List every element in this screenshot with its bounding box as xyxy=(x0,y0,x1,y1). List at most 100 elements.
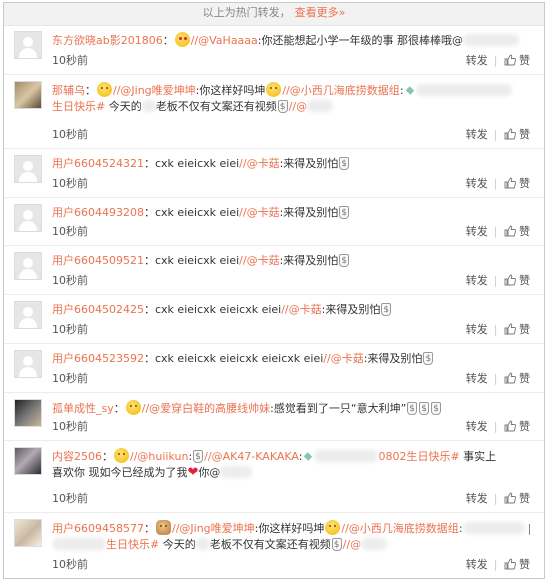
mention-link[interactable]: 生日快乐# xyxy=(106,538,159,551)
timestamp: 10秒前 xyxy=(52,225,88,238)
repost-button[interactable]: 转发 xyxy=(466,490,488,506)
like-button[interactable]: 赞 xyxy=(504,490,530,506)
comment-text: | # xyxy=(525,522,530,535)
mention-link[interactable]: //@卡菇 xyxy=(239,157,279,170)
mention-link[interactable]: //@小西几海底捞数据组 xyxy=(282,84,399,97)
redacted-text xyxy=(415,84,512,96)
comment-body: 东方欲晓ab影201806： //@VaHaaaa:你还能想起小学一年级的事 那很… xyxy=(52,32,530,49)
mention-link[interactable]: //@小西几海底捞数据组 xyxy=(341,522,458,535)
comment-actions: 转发 | 赞 xyxy=(466,52,530,68)
timestamp: 10秒前 xyxy=(52,128,88,141)
like-button[interactable]: 赞 xyxy=(504,223,530,239)
avatar[interactable] xyxy=(14,350,42,378)
diamond-icon xyxy=(304,452,313,461)
mention-link[interactable]: 生日快乐# xyxy=(52,100,105,113)
repost-button[interactable]: 转发 xyxy=(466,321,488,337)
repost-button[interactable]: 转发 xyxy=(466,223,488,239)
username-link[interactable]: 用户6604502425 xyxy=(52,303,144,316)
repost-button[interactable]: 转发 xyxy=(466,126,488,142)
see-more-link[interactable]: 查看更多» xyxy=(295,6,346,19)
like-button[interactable]: 赞 xyxy=(504,370,530,386)
mention-link[interactable]: //@卡菇 xyxy=(323,352,363,365)
mention-link[interactable]: 0802生日快乐# xyxy=(378,450,459,463)
username-link[interactable]: 孤单成性_sy xyxy=(52,402,114,415)
mention-link[interactable]: //@卡菇 xyxy=(239,254,279,267)
comment-actions: 转发 | 赞 xyxy=(466,370,530,386)
mention-link[interactable]: //@Jing唯爱坤坤 xyxy=(172,522,255,535)
comment-text: : xyxy=(298,450,303,463)
money-bag-icon xyxy=(419,401,430,417)
mention-link[interactable]: //@AK47-KAKAKA xyxy=(204,450,299,463)
avatar[interactable] xyxy=(14,204,42,232)
timestamp: 10秒前 xyxy=(52,492,88,505)
repost-button[interactable]: 转发 xyxy=(466,175,488,191)
username-link[interactable]: 用户6604524321 xyxy=(52,157,144,170)
like-button[interactable]: 赞 xyxy=(504,272,530,288)
like-label: 赞 xyxy=(515,54,530,67)
avatar[interactable] xyxy=(14,81,42,109)
username-link[interactable]: 内容2506 xyxy=(52,450,102,463)
money-bag-icon xyxy=(431,401,442,417)
comment-actions: 转发 | 赞 xyxy=(466,223,530,239)
avatar[interactable] xyxy=(14,301,42,329)
repost-panel: 以上为热门转发， 查看更多» 东方欲晓ab影201806：//@VaHaaaa:你… xyxy=(3,2,545,579)
avatar[interactable] xyxy=(14,519,42,547)
money-bag-icon xyxy=(407,401,418,417)
like-button[interactable]: 赞 xyxy=(504,52,530,68)
username-link[interactable]: 东方欲晓ab影201806 xyxy=(52,34,163,47)
redacted-text xyxy=(195,538,210,550)
like-button[interactable]: 赞 xyxy=(504,556,530,572)
thumbs-up-icon xyxy=(504,420,516,432)
avatar[interactable] xyxy=(14,252,42,280)
comment-text: ： xyxy=(102,450,113,463)
mention-link[interactable]: //@ xyxy=(343,538,361,551)
like-button[interactable]: 赞 xyxy=(504,418,530,434)
username-link[interactable]: 用户6604523592 xyxy=(52,352,144,365)
comment-body: 用户6604523592：cxk eieicxk eieicxk eieicxk… xyxy=(52,351,530,367)
repost-button[interactable]: 转发 xyxy=(466,418,488,434)
username-link[interactable]: 用户6604493208 xyxy=(52,206,144,219)
avatar[interactable] xyxy=(14,447,42,475)
mention-link[interactable]: //@爱穿白鞋的高腰线帅妹 xyxy=(142,402,270,415)
repost-button[interactable]: 转发 xyxy=(466,370,488,386)
comment-body: 那辅乌： //@Jing唯爱坤坤:你这样好吗坤 //@小西几海底捞数据组: 生日快乐#… xyxy=(52,82,530,115)
money-bag-icon xyxy=(339,205,350,221)
comment-text: 今天的 xyxy=(105,100,142,113)
avatar[interactable] xyxy=(14,31,42,59)
username-link[interactable]: 用户6609458577 xyxy=(52,522,144,535)
like-button[interactable]: 赞 xyxy=(504,321,530,337)
divider: | xyxy=(493,273,498,287)
comment-item: 用户6604509521：cxk eieicxk eiei//@卡菇:来得及别怕… xyxy=(4,246,544,295)
like-label: 赞 xyxy=(515,492,530,505)
mention-link[interactable]: //@huiikun xyxy=(130,450,188,463)
like-button[interactable]: 赞 xyxy=(504,126,530,142)
mention-link[interactable]: //@Jing唯爱坤坤 xyxy=(113,84,196,97)
comment-body: 孤单成性_sy： //@爱穿白鞋的高腰线帅妹:感觉看到了一只“意大利坤” xyxy=(52,400,530,417)
mention-link[interactable]: //@VaHaaaa xyxy=(191,34,258,47)
comment-actions: 转发 | 赞 xyxy=(466,490,530,506)
like-button[interactable]: 赞 xyxy=(504,175,530,191)
comment-actions: 转发 | 赞 xyxy=(466,272,530,288)
mention-link[interactable]: //@卡菇 xyxy=(281,303,321,316)
repost-button[interactable]: 转发 xyxy=(466,556,488,572)
comment-text: ：cxk eieicxk eiei xyxy=(144,157,240,170)
username-link[interactable]: 那辅乌 xyxy=(52,84,85,97)
timestamp: 10秒前 xyxy=(52,323,88,336)
money-bag-icon xyxy=(423,351,434,367)
username-link[interactable]: 用户6604509521 xyxy=(52,254,144,267)
repost-button[interactable]: 转发 xyxy=(466,272,488,288)
mention-link[interactable]: //@卡菇 xyxy=(239,206,279,219)
mention-link[interactable]: //@ xyxy=(289,100,307,113)
repost-button[interactable]: 转发 xyxy=(466,52,488,68)
comment-text: :感觉看到了一只“意大利坤” xyxy=(270,402,407,415)
comment-text: 老板不仅有文案还有视频 xyxy=(155,100,277,113)
avatar[interactable] xyxy=(14,399,42,427)
avatar[interactable] xyxy=(14,155,42,183)
comment-text: :来得及别怕 xyxy=(279,157,339,170)
comment-body: 用户6604524321：cxk eieicxk eiei//@卡菇:来得及别怕 xyxy=(52,156,530,172)
like-label: 赞 xyxy=(515,274,530,287)
comment-text: :你还能想起小学一年级的事 那很棒棒哦@ xyxy=(257,34,463,47)
hot-reposts-banner: 以上为热门转发， 查看更多» xyxy=(4,3,544,26)
timestamp: 10秒前 xyxy=(52,558,88,571)
heart-eyes-emoji-icon xyxy=(174,32,190,47)
